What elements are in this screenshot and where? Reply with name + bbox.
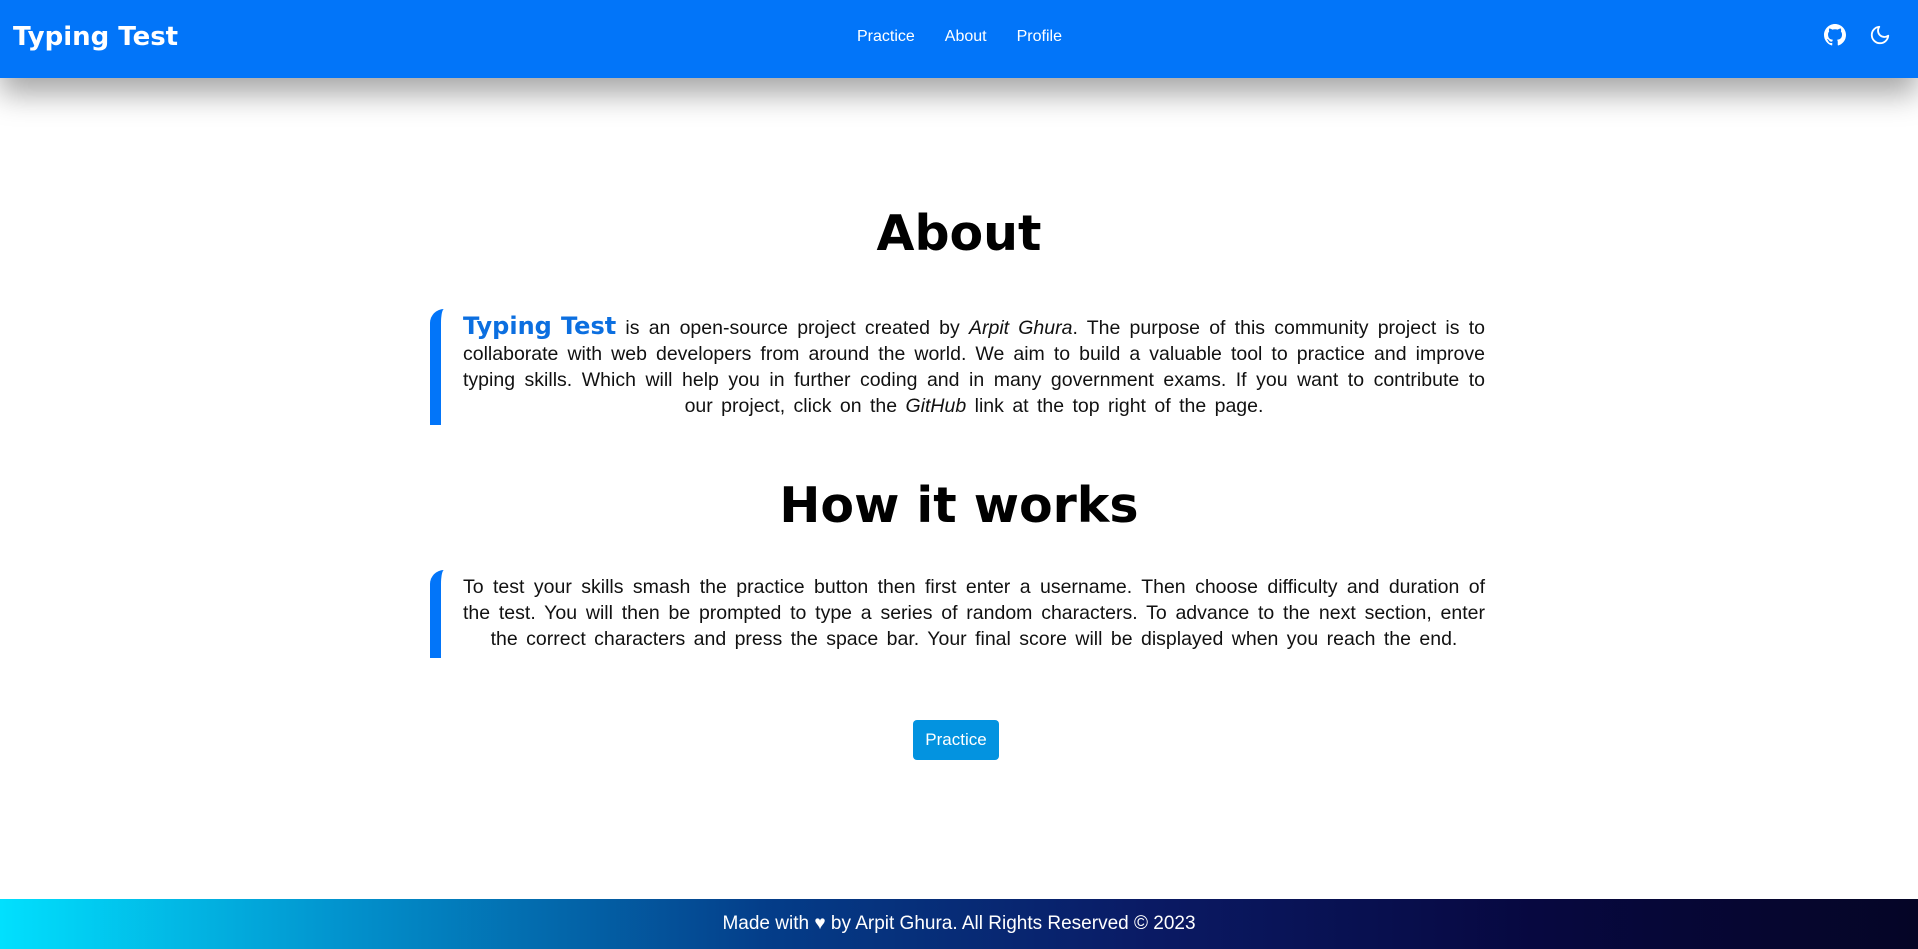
nav-link-practice[interactable]: Practice <box>857 28 915 46</box>
github-icon[interactable] <box>1822 22 1848 48</box>
brand-logo[interactable]: Typing Test <box>13 22 178 52</box>
footer-text: Made with ♥ by Arpit Ghura. All Rights R… <box>722 913 1196 934</box>
navbar: Typing Test Practice About Profile <box>0 0 1918 78</box>
about-title: About <box>876 205 1042 262</box>
about-text-part-1: is an open-source project created by <box>616 317 969 339</box>
about-author: Arpit Ghura <box>968 317 1073 339</box>
about-blockquote: Typing Test is an open-source project cr… <box>430 309 1485 425</box>
how-it-works-text: To test your skills smash the practice b… <box>463 576 1485 650</box>
about-text: Typing Test is an open-source project cr… <box>463 313 1485 419</box>
how-it-works-blockquote: To test your skills smash the practice b… <box>430 570 1485 658</box>
nav-link-profile[interactable]: Profile <box>1017 28 1062 46</box>
practice-button[interactable]: Practice <box>913 720 999 760</box>
how-it-works-title: How it works <box>779 477 1139 534</box>
about-github-mention: GitHub <box>905 395 967 417</box>
nav-links: Practice About Profile <box>857 28 1092 46</box>
footer: Made with ♥ by Arpit Ghura. All Rights R… <box>0 899 1918 949</box>
about-text-part-3: link at the top right of the page. <box>966 395 1264 417</box>
moon-icon[interactable] <box>1867 22 1893 48</box>
about-highlight: Typing Test <box>463 312 617 340</box>
nav-link-about[interactable]: About <box>945 28 987 46</box>
